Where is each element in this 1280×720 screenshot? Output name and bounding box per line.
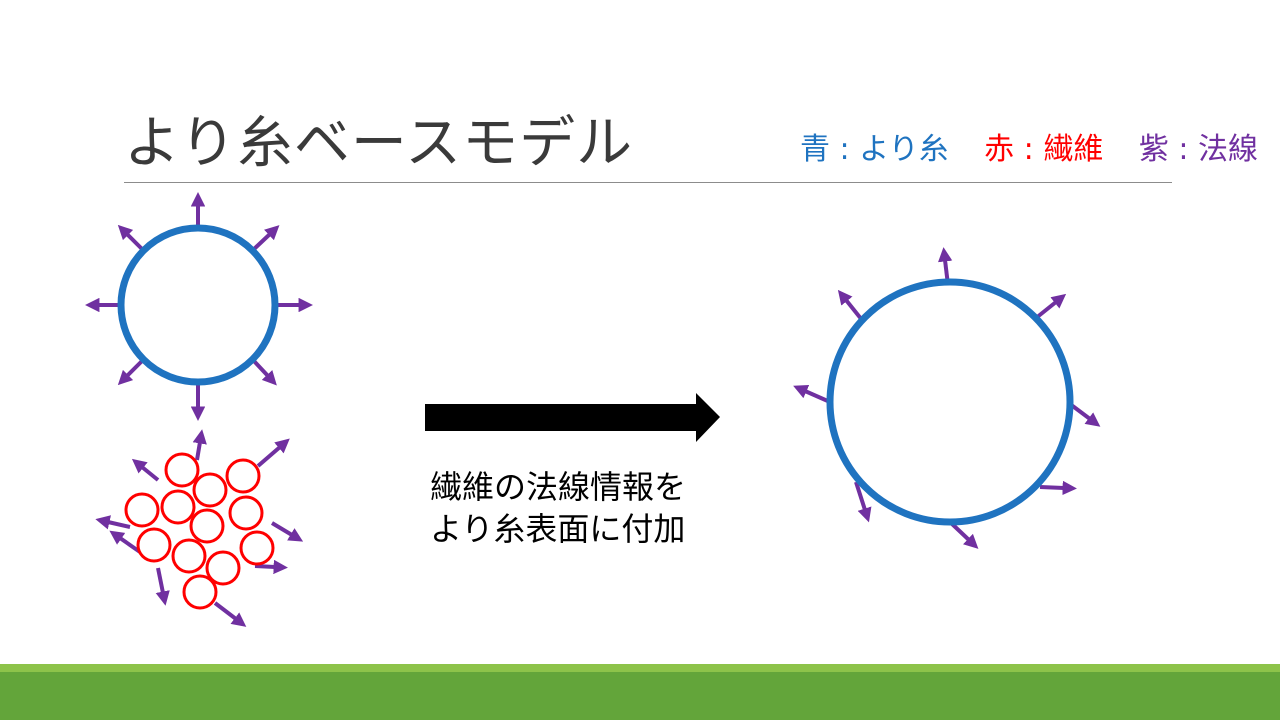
normal-arrow <box>270 521 304 542</box>
fiber-circle <box>164 452 200 488</box>
normal-arrow <box>155 567 170 606</box>
fiber-circle <box>171 538 207 574</box>
fiber-circle <box>160 489 196 525</box>
diagram-canvas <box>85 192 1101 627</box>
caption-line-2: より糸表面に付加 <box>430 510 686 548</box>
normal-arrow <box>213 601 247 627</box>
normal-arrow <box>837 289 864 322</box>
fiber-circle <box>225 458 261 494</box>
normal-arrow <box>254 559 288 575</box>
fiber-circle <box>182 574 218 610</box>
yarn-diagram-right <box>793 247 1101 549</box>
fibers <box>124 452 275 610</box>
normal-arrow <box>1034 293 1067 320</box>
footer-accent-strip <box>0 664 1280 672</box>
yarn-circle <box>117 224 279 386</box>
normal-arrow <box>192 429 207 461</box>
footer-bar <box>0 672 1280 720</box>
caption-line-1: 繊維の法線情報を <box>430 468 687 506</box>
normal-arrow <box>95 515 131 530</box>
fiber-circle <box>189 508 225 544</box>
fiber-circle <box>239 530 275 566</box>
normal-arrow <box>1039 480 1077 496</box>
caption: 繊維の法線情報を より糸表面に付加 <box>430 466 686 550</box>
normal-arrows-right <box>793 247 1101 549</box>
transform-arrow <box>425 393 720 442</box>
normal-arrow <box>251 358 277 386</box>
normal-arrow <box>256 438 290 468</box>
normal-arrow <box>251 225 280 252</box>
normal-arrow <box>117 358 145 386</box>
yarn-diagram-left <box>85 192 313 421</box>
normal-arrow <box>131 458 160 482</box>
normal-arrow <box>117 224 145 252</box>
fiber-circle <box>228 495 264 531</box>
fiber-circle <box>136 527 172 563</box>
slide: より糸ベースモデル 青 : より糸 赤 : 繊維 紫 : 法線 繊維の法線情報を… <box>0 0 1280 720</box>
fiber-bundle <box>95 429 304 627</box>
fiber-circle <box>192 472 228 508</box>
normal-arrows-left <box>85 192 313 421</box>
normal-arrow <box>793 384 831 404</box>
fiber-circle <box>124 492 160 528</box>
yarn-circle <box>826 278 1074 526</box>
